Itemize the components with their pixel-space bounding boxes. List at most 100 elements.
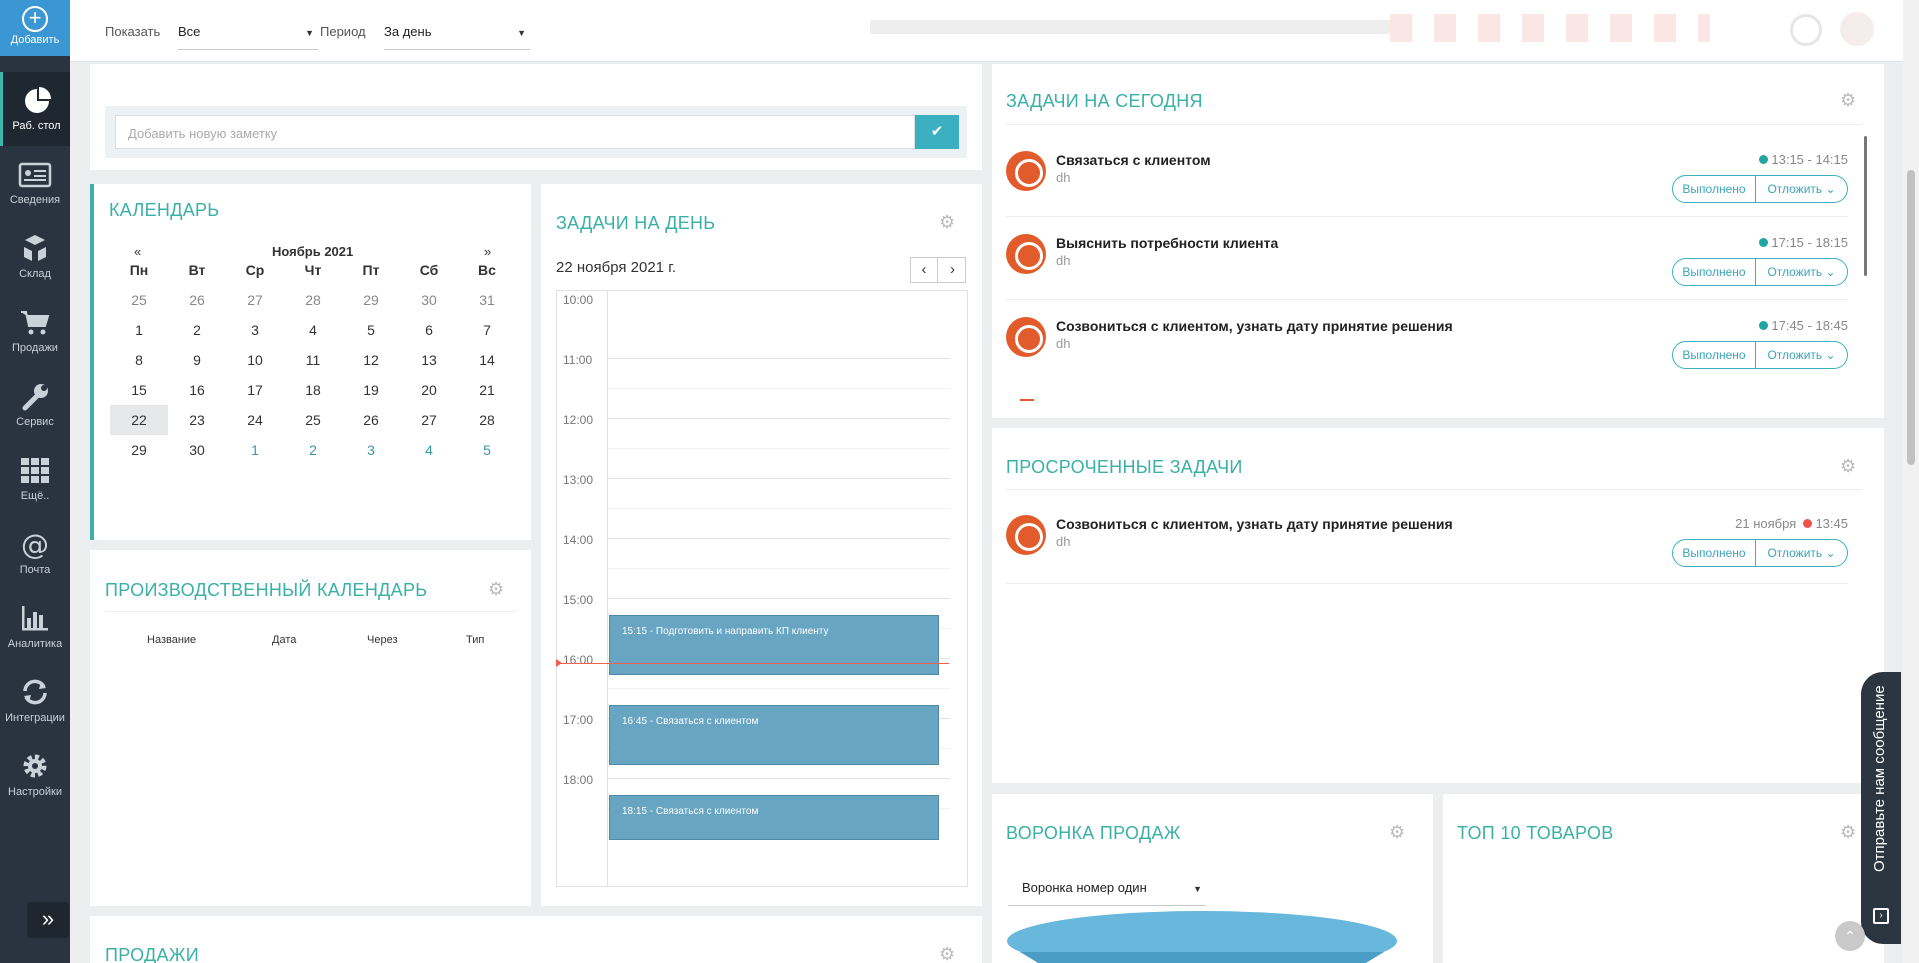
calendar-day[interactable]: 16 xyxy=(168,375,226,405)
calendar-day[interactable]: 9 xyxy=(168,345,226,375)
weekday-sat: Сб xyxy=(419,262,439,278)
gear-icon[interactable]: ⚙ xyxy=(1389,823,1407,841)
sync-icon xyxy=(23,679,47,705)
calendar-day[interactable]: 27 xyxy=(400,405,458,435)
add-note-button[interactable]: ✔ xyxy=(915,115,959,149)
task-item[interactable]: Созвониться с клиентом, узнать дату прин… xyxy=(1006,302,1848,386)
column-name: Название xyxy=(147,634,197,646)
calendar-day[interactable]: 26 xyxy=(342,405,400,435)
sidebar-item-warehouse[interactable]: Склад xyxy=(0,220,70,294)
calendar-day[interactable]: 30 xyxy=(168,435,226,465)
sidebar-item-settings[interactable]: Настройки xyxy=(0,738,70,812)
add-button[interactable]: + Добавить xyxy=(0,0,70,56)
calendar-day[interactable]: 11 xyxy=(284,345,342,375)
calendar-day[interactable]: 23 xyxy=(168,405,226,435)
calendar-day[interactable]: 14 xyxy=(458,345,516,375)
calendar-day[interactable]: 17 xyxy=(226,375,284,405)
postpone-button[interactable]: Отложить ⌄ xyxy=(1756,258,1848,286)
scrollbar-thumb[interactable] xyxy=(1907,170,1915,465)
calendar-day[interactable]: 2 xyxy=(168,315,226,345)
done-button[interactable]: Выполнено xyxy=(1672,341,1756,369)
calendar-day[interactable]: 7 xyxy=(458,315,516,345)
caret-down-icon: ▼ xyxy=(517,28,526,38)
gear-icon[interactable]: ⚙ xyxy=(939,213,957,231)
gear-icon[interactable]: ⚙ xyxy=(1840,91,1858,109)
calendar-day[interactable]: 27 xyxy=(226,285,284,315)
task-item[interactable]: Связаться с клиентом dh 13:15 - 14:15 Вы… xyxy=(1006,136,1848,220)
calendar-day[interactable]: 18 xyxy=(284,375,342,405)
calendar-day[interactable]: 5 xyxy=(342,315,400,345)
status-dot xyxy=(1759,238,1769,247)
calendar-day[interactable]: 4 xyxy=(284,315,342,345)
calendar-day[interactable]: 2 xyxy=(284,435,342,465)
task-item[interactable]: Выяснить потребности клиента dh 17:15 - … xyxy=(1006,219,1848,303)
postpone-button[interactable]: Отложить ⌄ xyxy=(1756,341,1848,369)
calendar-day[interactable]: 3 xyxy=(226,315,284,345)
calendar-day[interactable]: 6 xyxy=(400,315,458,345)
calendar-day[interactable]: 12 xyxy=(342,345,400,375)
sidebar-item-integrations[interactable]: Интеграции xyxy=(0,664,70,738)
calendar-day-selected[interactable]: 22 xyxy=(110,405,168,435)
gear-icon[interactable]: ⚙ xyxy=(488,580,506,598)
sidebar-item-mail[interactable]: @ Почта xyxy=(0,516,70,590)
funnel-select[interactable]: Воронка номер один ▼ xyxy=(1008,870,1206,906)
calendar-day[interactable]: 3 xyxy=(342,435,400,465)
prev-day-button[interactable]: ‹ xyxy=(911,258,938,282)
help-icon[interactable] xyxy=(1790,14,1822,46)
calendar-day[interactable]: 13 xyxy=(400,345,458,375)
calendar-day[interactable]: 25 xyxy=(110,285,168,315)
sidebar-item-desktop[interactable]: Раб. стол xyxy=(0,72,70,146)
show-select[interactable]: Все ▼ xyxy=(178,14,318,50)
task-time-text: 13:15 - 14:15 xyxy=(1771,152,1848,167)
sidebar-item-analytics[interactable]: Аналитика xyxy=(0,590,70,664)
done-button[interactable]: Выполнено xyxy=(1672,539,1756,567)
gear-icon[interactable]: ⚙ xyxy=(939,945,957,963)
postpone-button[interactable]: Отложить ⌄ xyxy=(1756,539,1848,567)
calendar-day[interactable]: 28 xyxy=(458,405,516,435)
page-scrollbar[interactable] xyxy=(1903,0,1919,963)
funnel-select-value: Воронка номер один xyxy=(1022,880,1147,895)
calendar-day[interactable]: 8 xyxy=(110,345,168,375)
expand-sidebar-button[interactable]: » xyxy=(27,902,69,938)
boxes-icon xyxy=(24,235,46,261)
sidebar-item-info[interactable]: Сведения xyxy=(0,146,70,220)
done-button[interactable]: Выполнено xyxy=(1672,175,1756,203)
calendar-day[interactable]: 15 xyxy=(110,375,168,405)
done-button[interactable]: Выполнено xyxy=(1672,258,1756,286)
next-day-button[interactable]: › xyxy=(939,258,966,282)
period-select[interactable]: За день ▼ xyxy=(384,14,530,50)
calendar-day[interactable]: 19 xyxy=(342,375,400,405)
schedule-event[interactable]: 15:15 - Подготовить и направить КП клиен… xyxy=(609,615,939,675)
chat-widget[interactable]: Отправьте нам сообщение › xyxy=(1861,672,1901,944)
calendar-day[interactable]: 31 xyxy=(458,285,516,315)
list-scrollbar[interactable] xyxy=(1864,136,1867,276)
schedule-event[interactable]: 18:15 - Связаться с клиентом xyxy=(609,795,939,840)
avatar[interactable] xyxy=(1840,12,1874,46)
faded-search-bar[interactable] xyxy=(870,20,1390,34)
calendar-day[interactable]: 1 xyxy=(226,435,284,465)
gear-icon[interactable]: ⚙ xyxy=(1840,457,1858,475)
gear-icon[interactable]: ⚙ xyxy=(1840,823,1858,841)
calendar-day[interactable]: 30 xyxy=(400,285,458,315)
calendar-day[interactable]: 25 xyxy=(284,405,342,435)
postpone-button[interactable]: Отложить ⌄ xyxy=(1756,175,1848,203)
calendar-day[interactable]: 28 xyxy=(284,285,342,315)
new-note-input[interactable]: Добавить новую заметку xyxy=(115,115,915,149)
calendar-day[interactable]: 10 xyxy=(226,345,284,375)
scroll-to-top-button[interactable]: ⌃ xyxy=(1835,921,1865,951)
faded-notification-icons[interactable] xyxy=(1390,14,1710,42)
schedule-event[interactable]: 16:45 - Связаться с клиентом xyxy=(609,705,939,765)
calendar-day[interactable]: 4 xyxy=(400,435,458,465)
calendar-day[interactable]: 24 xyxy=(226,405,284,435)
sidebar-item-service[interactable]: Сервис xyxy=(0,368,70,442)
calendar-day[interactable]: 29 xyxy=(110,435,168,465)
calendar-day[interactable]: 21 xyxy=(458,375,516,405)
task-item[interactable]: Созвониться с клиентом, узнать дату прин… xyxy=(1006,500,1848,584)
sidebar-item-more[interactable]: Ещё.. xyxy=(0,442,70,516)
calendar-day[interactable]: 5 xyxy=(458,435,516,465)
sidebar-item-sales[interactable]: Продажи xyxy=(0,294,70,368)
calendar-day[interactable]: 29 xyxy=(342,285,400,315)
calendar-day[interactable]: 20 xyxy=(400,375,458,405)
calendar-day[interactable]: 1 xyxy=(110,315,168,345)
calendar-day[interactable]: 26 xyxy=(168,285,226,315)
